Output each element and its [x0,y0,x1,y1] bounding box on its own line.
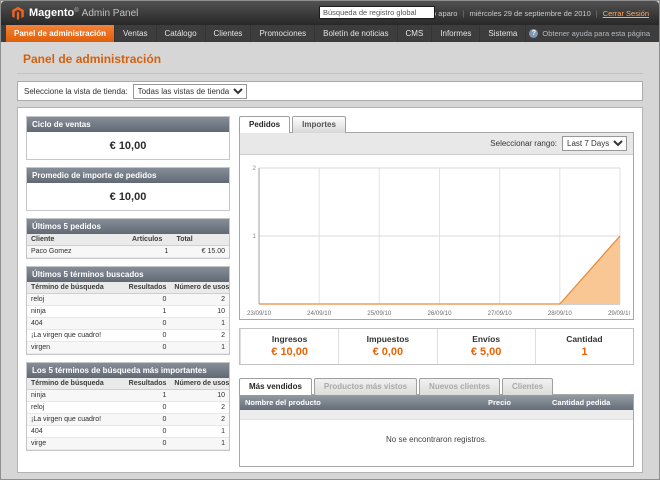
panel-title: Últimos 5 términos buscados [27,267,229,282]
stat-value: € 0,00 [339,346,436,358]
logo-text: Magento®Admin Panel [29,7,138,19]
nav-item[interactable]: Ventas [115,25,156,42]
grid-header-row: Nombre del producto Precio Cantidad pedi… [240,395,633,410]
average-orders-panel: Promedio de importe de pedidos € 10,00 [26,167,230,211]
grid-empty-stripe [240,410,633,420]
magento-logo-icon [11,6,25,20]
stat-cell: Ingresos € 10,00 [240,329,338,364]
table-header-row: Término de búsqueda Resultados Número de… [27,282,229,294]
orders-chart: 23/09/10 24/09/10 25/09/10 26/09/10 27/09/10… [243,160,630,318]
table-row[interactable]: virgen 0 1 [27,342,229,354]
last-search-terms-panel: Últimos 5 términos buscados Término de b… [26,266,230,355]
stat-value: € 5,00 [438,346,535,358]
store-view-label: Seleccione la vista de tienda: [24,87,128,96]
nav-item[interactable]: Catálogo [157,25,206,42]
average-orders-value: € 10,00 [27,183,229,210]
stat-cell: Envíos € 5,00 [437,329,535,364]
stat-label: Envíos [438,334,535,344]
stat-value: € 10,00 [241,346,338,358]
table-row[interactable]: ¡La virgen que cuadro! 0 2 [27,414,229,426]
nav-item[interactable]: Promociones [251,25,315,42]
chart-tabs: Pedidos Importes [239,116,634,133]
panel-title: Promedio de importe de pedidos [27,168,229,183]
stat-label: Cantidad [536,334,633,344]
lifetime-sales-panel: Ciclo de ventas € 10,00 [26,116,230,160]
panel-title: Últimos 5 pedidos [27,219,229,234]
top-search-terms-panel: Los 5 términos de búsqueda más important… [26,362,230,451]
range-select[interactable]: Last 7 Days [562,136,627,151]
dashboard-right-column: Pedidos Importes Seleccionar rango: Last… [239,116,634,464]
magento-logo: Magento®Admin Panel [11,6,138,20]
stat-label: Impuestos [339,334,436,344]
grid-tab[interactable]: Clientes [502,378,553,395]
stat-value: 1 [536,346,633,358]
orders-chart-box: Seleccionar rango: Last 7 Days 23/09/102… [239,132,634,320]
grid-tab[interactable]: Nuevos clientes [419,378,500,395]
lifetime-sales-value: € 10,00 [27,132,229,159]
nav-item[interactable]: Sistema [480,25,526,42]
grid-tab[interactable]: Productos más vistos [314,378,417,395]
svg-text:25/09/10: 25/09/10 [367,310,392,317]
last-orders-panel: Últimos 5 pedidos Cliente Artículos Tota… [26,218,230,259]
nav-item[interactable]: Clientes [206,25,252,42]
dashboard-left-column: Ciclo de ventas € 10,00 Promedio de impo… [26,116,230,464]
range-bar: Seleccionar rango: Last 7 Days [240,133,633,155]
store-view-toolbar: Seleccione la vista de tienda: Todas las… [17,81,643,101]
table-row[interactable]: reloj 0 2 [27,402,229,414]
store-view-select[interactable]: Todas las vistas de tienda [133,84,247,99]
content-area: Panel de administración Seleccione la vi… [1,42,659,473]
svg-text:1: 1 [253,233,257,240]
nav-item[interactable]: Informes [432,25,480,42]
main-nav: Panel de administración Ventas Catálogo … [1,25,659,42]
grid-tabs: Más vendidos Productos más vistos Nuevos… [239,378,634,395]
chart-area: 23/09/10 24/09/10 25/09/10 26/09/10 27/09/10… [240,155,633,319]
table-row[interactable]: ninja 1 10 [27,306,229,318]
logout-link[interactable]: Cerrar Sesión [603,9,649,18]
help-link[interactable]: ? Obtener ayuda para esta página [529,25,654,42]
nav-item[interactable]: Boletín de noticias [315,25,397,42]
grid-empty-message: No se encontraron registros. [240,420,633,466]
page-title: Panel de administración [17,50,643,74]
svg-text:27/09/10: 27/09/10 [488,310,513,317]
table-row[interactable]: reloj 0 2 [27,294,229,306]
stat-cell: Cantidad 1 [535,329,633,364]
totals-row: Ingresos € 10,00 Impuestos € 0,00 Envíos… [239,328,634,365]
current-date: miércoles 29 de septiembre de 2010 [469,9,590,18]
magento-admin-page: Magento®Admin Panel Accedió como aparo |… [0,0,660,480]
table-row[interactable]: virge 0 1 [27,438,229,450]
grid-tab[interactable]: Más vendidos [239,378,312,395]
bestsellers-grid: Nombre del producto Precio Cantidad pedi… [239,394,634,467]
top-bar: Magento®Admin Panel Accedió como aparo |… [1,1,659,25]
table-header-row: Cliente Artículos Total [27,234,229,246]
chart-tab[interactable]: Importes [292,116,346,133]
svg-text:29/09/10: 29/09/10 [608,310,630,317]
global-search-input[interactable] [319,6,435,19]
stat-cell: Impuestos € 0,00 [338,329,436,364]
chart-tab[interactable]: Pedidos [239,116,290,133]
svg-text:2: 2 [253,165,257,172]
table-row[interactable]: 404 0 1 [27,426,229,438]
table-header-row: Término de búsqueda Resultados Número de… [27,378,229,390]
global-search [319,6,435,19]
svg-text:28/09/10: 28/09/10 [548,310,573,317]
table-row[interactable]: Paco Gomez 1 € 15.00 [27,246,229,258]
svg-text:23/09/10: 23/09/10 [247,310,272,317]
panel-title: Los 5 términos de búsqueda más important… [27,363,229,378]
nav-item[interactable]: CMS [398,25,433,42]
stat-label: Ingresos [241,334,338,344]
table-row[interactable]: 404 0 1 [27,318,229,330]
dashboard-panel: Ciclo de ventas € 10,00 Promedio de impo… [17,107,643,473]
nav-item[interactable]: Panel de administración [6,25,115,42]
range-label: Seleccionar rango: [490,139,557,148]
table-row[interactable]: ninja 1 10 [27,390,229,402]
help-label: Obtener ayuda para esta página [542,29,650,38]
table-row[interactable]: ¡La virgen que cuadro! 0 2 [27,330,229,342]
panel-title: Ciclo de ventas [27,117,229,132]
svg-text:26/09/10: 26/09/10 [427,310,452,317]
svg-text:24/09/10: 24/09/10 [307,310,332,317]
help-icon: ? [529,29,538,38]
